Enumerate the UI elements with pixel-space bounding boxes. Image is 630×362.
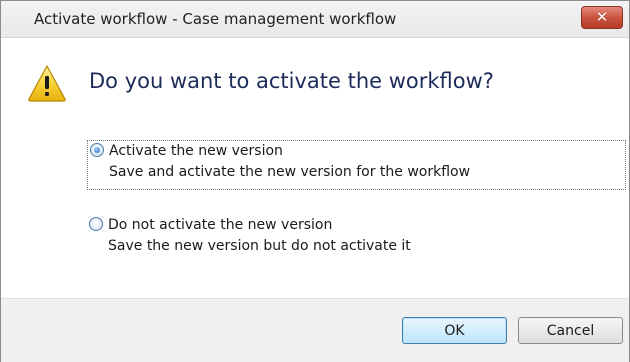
close-button[interactable]: ✕ <box>581 6 623 29</box>
ok-button[interactable]: OK <box>402 317 507 344</box>
radio-do-not-activate[interactable] <box>89 217 103 231</box>
option-do-not-activate-label: Do not activate the new version <box>108 217 333 233</box>
dialog-question: Do you want to activate the workflow? <box>89 69 494 93</box>
close-icon: ✕ <box>595 8 609 26</box>
radio-activate-new-version[interactable] <box>90 143 104 157</box>
title-bar[interactable]: Activate workflow - Case management work… <box>1 1 629 38</box>
button-bar: OK Cancel <box>1 298 629 362</box>
option-activate-label: Activate the new version <box>109 143 283 159</box>
window-title: Activate workflow - Case management work… <box>34 10 397 28</box>
option-activate-new-version[interactable]: Activate the new version Save and activa… <box>87 140 626 190</box>
cancel-button[interactable]: Cancel <box>518 317 623 344</box>
option-do-not-activate-description: Save the new version but do not activate… <box>108 238 411 254</box>
option-activate-description: Save and activate the new version for th… <box>109 164 471 180</box>
activate-workflow-dialog: Activate workflow - Case management work… <box>0 0 630 362</box>
warning-triangle-icon <box>28 65 66 102</box>
option-do-not-activate[interactable]: Do not activate the new version Save the… <box>87 215 626 265</box>
